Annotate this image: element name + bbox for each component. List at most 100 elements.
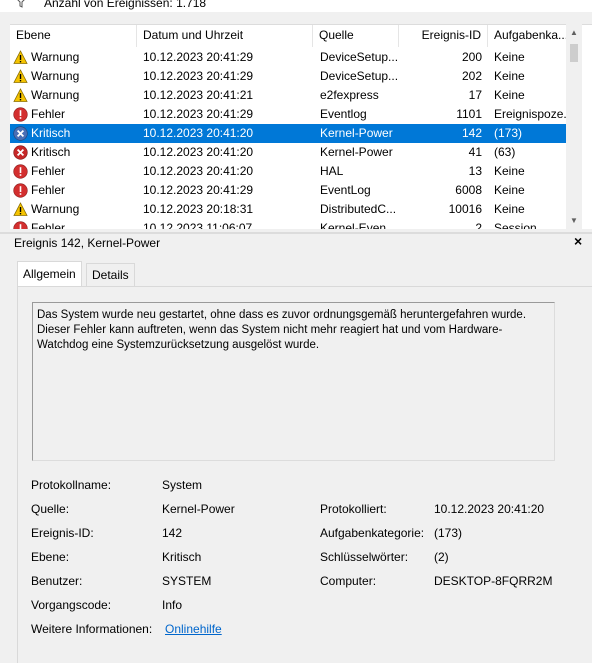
event-count: Anzahl von Ereignissen: 1.718 (44, 0, 207, 10)
event-level: Fehler (31, 164, 66, 178)
label-computer: Computer: (320, 574, 377, 588)
label-keywords: Schlüsselwörter: (320, 550, 409, 564)
event-level: Fehler (31, 183, 66, 197)
column-header-level[interactable]: Ebene (10, 25, 137, 47)
event-rows: Warnung 10.12.2023 20:41:29 DeviceSetup...… (10, 48, 576, 229)
column-header-source[interactable]: Quelle (313, 25, 399, 47)
event-row[interactable]: Warnung 10.12.2023 20:41:21 e2fexpress 17 Ke… (10, 86, 576, 105)
event-id: 202 (461, 69, 482, 83)
label-source: Quelle: (31, 502, 70, 516)
tab-details[interactable]: Details (86, 263, 135, 286)
scroll-thumb[interactable] (570, 44, 578, 62)
event-level: Fehler (31, 107, 66, 121)
event-date: 10.12.2023 20:41:29 (143, 183, 254, 197)
scroll-up-arrow-icon[interactable]: ▲ (566, 24, 582, 41)
event-task-category: Keine (494, 88, 525, 102)
value-keywords: (2) (434, 550, 449, 564)
label-user: Benutzer: (31, 574, 83, 588)
event-row[interactable]: Fehler 10.12.2023 20:41:29 Eventlog 1101 Ere… (10, 105, 576, 124)
value-user: SYSTEM (162, 574, 212, 588)
column-header-event-id[interactable]: Ereignis-ID (399, 25, 488, 47)
event-task-category: Keine (494, 183, 525, 197)
value-log-name: System (162, 478, 203, 492)
event-task-category: Keine (494, 202, 525, 216)
event-source: DistributedC... (320, 202, 397, 216)
label-level: Ebene: (31, 550, 70, 564)
event-id: 41 (468, 145, 482, 159)
event-task-category: Keine (494, 50, 525, 64)
event-task-category: (63) (494, 145, 516, 159)
event-level: Kritisch (31, 126, 71, 140)
warning-icon (13, 50, 28, 65)
critical-icon (13, 145, 28, 160)
event-task-category: Keine (494, 164, 525, 178)
label-opcode: Vorgangscode: (31, 598, 112, 612)
event-row[interactable]: Fehler 10.12.2023 11:06:07 Kernel-Even... 2… (10, 219, 576, 229)
value-event-id: 142 (162, 526, 183, 540)
warning-icon (13, 69, 28, 84)
event-task-category: (173) (494, 126, 523, 140)
event-source: EventLog (320, 183, 371, 197)
event-source: HAL (320, 164, 344, 178)
close-icon[interactable]: × (574, 233, 582, 249)
value-source: Kernel-Power (162, 502, 235, 516)
filter-icon[interactable] (14, 0, 28, 11)
event-task-category: Ereignispoze... (494, 107, 574, 121)
event-source: DeviceSetup... (320, 50, 399, 64)
event-task-category: Keine (494, 69, 525, 83)
event-level: Warnung (31, 202, 80, 216)
critical-icon (13, 126, 28, 141)
event-row[interactable]: Fehler 10.12.2023 20:41:29 EventLog 6008 Kei… (10, 181, 576, 200)
value-opcode: Info (162, 598, 183, 612)
event-id: 6008 (455, 183, 482, 197)
event-list[interactable]: Ebene Datum und Uhrzeit Quelle Ereignis-… (10, 24, 592, 229)
event-row[interactable]: Warnung 10.12.2023 20:18:31 DistributedC..… (10, 200, 576, 219)
value-task-category: (173) (434, 526, 463, 540)
label-log-name: Protokollname: (31, 478, 112, 492)
warning-icon (13, 88, 28, 103)
value-level: Kritisch (162, 550, 202, 564)
error-icon (13, 107, 28, 122)
column-header-task-category[interactable]: Aufgabenka... (488, 25, 576, 47)
event-date: 10.12.2023 20:41:29 (143, 50, 254, 64)
event-date: 10.12.2023 20:41:20 (143, 126, 254, 140)
event-task-category: Session (494, 221, 537, 229)
event-row[interactable]: Warnung 10.12.2023 20:41:29 DeviceSetup...… (10, 48, 576, 67)
event-id: 1101 (456, 107, 482, 121)
event-row[interactable]: Kritisch 10.12.2023 20:41:20 Kernel-Power 4… (10, 143, 576, 162)
warning-icon (13, 202, 28, 217)
event-level: Warnung (31, 69, 80, 83)
event-source: Eventlog (320, 107, 367, 121)
list-scrollbar[interactable]: ▲ ▼ (566, 24, 582, 229)
event-date: 10.12.2023 20:41:29 (143, 69, 254, 83)
event-description[interactable]: Das System wurde neu gestartet, ohne das… (32, 302, 555, 461)
event-row[interactable]: Fehler 10.12.2023 20:41:20 HAL 13 Keine (10, 162, 576, 181)
filter-bar: Anzahl von Ereignissen: 1.718 (0, 0, 592, 12)
scroll-down-arrow-icon[interactable]: ▼ (566, 212, 582, 229)
list-header: Ebene Datum und Uhrzeit Quelle Ereignis-… (10, 25, 576, 47)
column-header-date[interactable]: Datum und Uhrzeit (137, 25, 313, 47)
error-icon (13, 164, 28, 179)
value-logged: 10.12.2023 20:41:20 (434, 502, 545, 516)
event-id: 142 (461, 126, 482, 140)
event-source: Kernel-Even... (320, 221, 397, 229)
error-icon (13, 221, 28, 229)
event-source: e2fexpress (320, 88, 379, 102)
event-date: 10.12.2023 20:41:20 (143, 164, 254, 178)
tab-general[interactable]: Allgemein (17, 261, 82, 286)
event-date: 10.12.2023 20:41:21 (143, 88, 254, 102)
label-event-id: Ereignis-ID: (31, 526, 94, 540)
value-computer: DESKTOP-8FQRR2M (434, 574, 553, 588)
event-id: 10016 (448, 202, 482, 216)
event-id: 200 (461, 50, 482, 64)
event-id: 13 (468, 164, 482, 178)
event-row[interactable]: Warnung 10.12.2023 20:41:29 DeviceSetup...… (10, 67, 576, 86)
event-source: Kernel-Power (320, 145, 393, 159)
online-help-link[interactable]: Onlinehilfe (165, 622, 222, 636)
pane-divider[interactable] (0, 232, 592, 234)
event-date: 10.12.2023 20:41:29 (143, 107, 254, 121)
details-title: Ereignis 142, Kernel-Power (14, 236, 161, 250)
error-icon (13, 183, 28, 198)
event-row[interactable]: Kritisch 10.12.2023 20:41:20 Kernel-Power 1… (10, 124, 576, 143)
event-id: 2 (475, 221, 482, 229)
